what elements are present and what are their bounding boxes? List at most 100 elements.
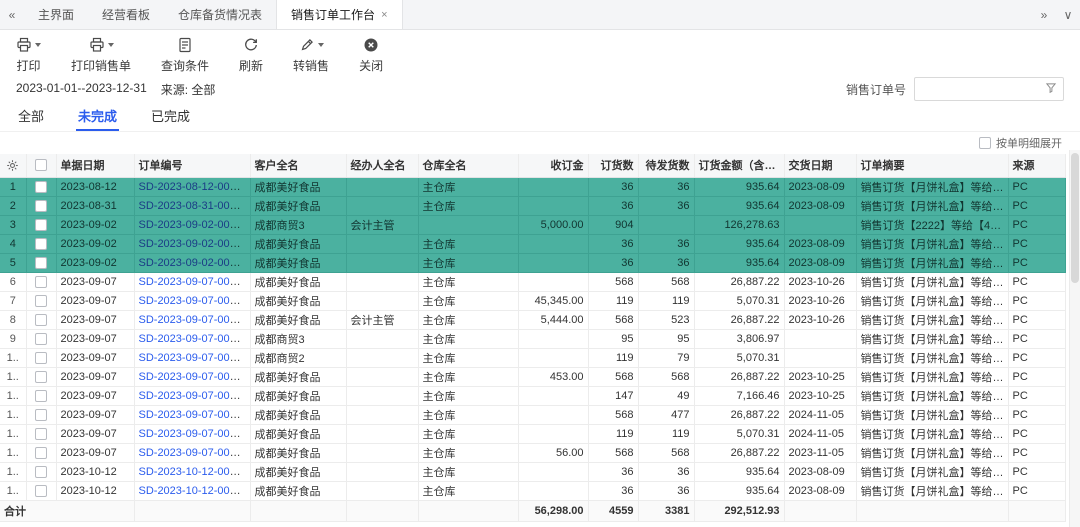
row-checkbox[interactable] [35, 314, 47, 326]
row-checkbox[interactable] [35, 485, 47, 497]
scroll-tabs-right-icon[interactable]: » [1032, 8, 1056, 22]
sales-order-no-input[interactable] [921, 82, 1039, 96]
refresh-button[interactable]: 刷新 [239, 37, 263, 74]
col-handler[interactable]: 经办人全名 [346, 154, 418, 177]
order-number-link[interactable]: SD-2023-10-12-00021 [139, 485, 248, 497]
col-order-qty[interactable]: 订货数 [588, 154, 638, 177]
row-checkbox[interactable] [35, 333, 47, 345]
vertical-scrollbar[interactable] [1069, 150, 1080, 527]
row-checkbox[interactable] [35, 352, 47, 364]
select-all-cell[interactable] [26, 154, 56, 177]
order-number-link[interactable]: SD-2023-08-31-00003 [139, 200, 248, 212]
expand-detail-checkbox[interactable] [979, 137, 991, 149]
row-checkbox[interactable] [35, 200, 47, 212]
order-number-link[interactable]: SD-2023-09-07-00011 [139, 295, 248, 307]
row-checkbox-cell[interactable] [26, 462, 56, 481]
order-number-link[interactable]: SD-2023-09-07-00014 [139, 352, 248, 364]
transfer-to-sale-button[interactable]: 转销售 [293, 37, 329, 74]
row-checkbox-cell[interactable] [26, 348, 56, 367]
row-checkbox[interactable] [35, 238, 47, 250]
order-number-link[interactable]: SD-2023-09-07-00013 [139, 333, 248, 345]
order-number-link[interactable]: SD-2023-09-07-00015 [139, 371, 248, 383]
table-row[interactable]: 1.. 2023-09-07 SD-2023-09-07-00016 成都美好食… [0, 386, 1065, 405]
table-row[interactable]: 1 2023-08-12 SD-2023-08-12-00022 成都美好食品 … [0, 177, 1065, 196]
tab-close-icon[interactable]: × [381, 9, 387, 21]
column-settings-gear-icon[interactable] [0, 154, 26, 177]
order-number-link[interactable]: SD-2023-09-02-00024 [139, 257, 248, 269]
order-number-link[interactable]: SD-2023-09-02-00004 [139, 219, 248, 231]
col-deposit[interactable]: 收订金 [518, 154, 588, 177]
table-row[interactable]: 1.. 2023-09-07 SD-2023-09-07-00018 成都美好食… [0, 424, 1065, 443]
tab-business-dashboard[interactable]: 经营看板 [88, 0, 164, 29]
scroll-tabs-left-icon[interactable]: « [0, 8, 24, 22]
row-checkbox[interactable] [35, 447, 47, 459]
table-row[interactable]: 2 2023-08-31 SD-2023-08-31-00003 成都美好食品 … [0, 196, 1065, 215]
table-row[interactable]: 1.. 2023-10-12 SD-2023-10-12-00020 成都美好食… [0, 462, 1065, 481]
transfer-dropdown-caret-icon[interactable] [318, 43, 324, 47]
col-delivery-date[interactable]: 交货日期 [784, 154, 856, 177]
table-row[interactable]: 6 2023-09-07 SD-2023-09-07-00010 成都美好食品 … [0, 272, 1065, 291]
row-checkbox-cell[interactable] [26, 481, 56, 500]
row-checkbox[interactable] [35, 257, 47, 269]
row-checkbox-cell[interactable] [26, 329, 56, 348]
row-checkbox[interactable] [35, 409, 47, 421]
sales-order-no-searchbox[interactable] [914, 77, 1064, 101]
row-checkbox-cell[interactable] [26, 272, 56, 291]
order-number-link[interactable]: SD-2023-09-07-00017 [139, 409, 248, 421]
order-number-link[interactable]: SD-2023-09-07-00019 [139, 447, 248, 459]
row-checkbox-cell[interactable] [26, 405, 56, 424]
row-checkbox-cell[interactable] [26, 215, 56, 234]
row-checkbox-cell[interactable] [26, 310, 56, 329]
row-checkbox[interactable] [35, 181, 47, 193]
table-row[interactable]: 1.. 2023-09-07 SD-2023-09-07-00015 成都美好食… [0, 367, 1065, 386]
status-tab-unfinished[interactable]: 未完成 [76, 102, 119, 131]
close-button[interactable]: 关闭 [359, 37, 383, 74]
order-number-link[interactable]: SD-2023-10-12-00020 [139, 466, 248, 478]
status-tab-all[interactable]: 全部 [16, 102, 46, 131]
row-checkbox-cell[interactable] [26, 386, 56, 405]
tab-warehouse-stock-report[interactable]: 仓库备货情况表 [164, 0, 276, 29]
tab-main-screen[interactable]: 主界面 [24, 0, 88, 29]
print-sales-order-button[interactable]: 打印销售单 [71, 37, 131, 74]
row-checkbox[interactable] [35, 371, 47, 383]
row-checkbox-cell[interactable] [26, 443, 56, 462]
print-button[interactable]: 打印 [16, 37, 41, 74]
print-dropdown-caret-icon[interactable] [35, 43, 41, 47]
row-checkbox[interactable] [35, 428, 47, 440]
table-row[interactable]: 1.. 2023-09-07 SD-2023-09-07-00019 成都美好食… [0, 443, 1065, 462]
row-checkbox-cell[interactable] [26, 177, 56, 196]
table-row[interactable]: 4 2023-09-02 SD-2023-09-02-00023 成都美好食品 … [0, 234, 1065, 253]
table-row[interactable]: 5 2023-09-02 SD-2023-09-02-00024 成都美好食品 … [0, 253, 1065, 272]
tab-list-dropdown-icon[interactable]: ∨ [1056, 8, 1080, 22]
print-sales-dropdown-caret-icon[interactable] [108, 43, 114, 47]
col-amount[interactable]: 订货金额（含税） [694, 154, 784, 177]
col-summary[interactable]: 订单摘要 [856, 154, 1008, 177]
row-checkbox[interactable] [35, 219, 47, 231]
table-row[interactable]: 1.. 2023-10-12 SD-2023-10-12-00021 成都美好食… [0, 481, 1065, 500]
select-all-checkbox[interactable] [35, 159, 47, 171]
tab-sales-order-workbench[interactable]: 销售订单工作台 × [276, 0, 402, 29]
row-checkbox-cell[interactable] [26, 291, 56, 310]
table-row[interactable]: 1.. 2023-09-07 SD-2023-09-07-00017 成都美好食… [0, 405, 1065, 424]
row-checkbox[interactable] [35, 276, 47, 288]
status-tab-finished[interactable]: 已完成 [149, 102, 192, 131]
scrollbar-thumb[interactable] [1071, 153, 1079, 283]
table-row[interactable]: 3 2023-09-02 SD-2023-09-02-00004 成都商贸3 会… [0, 215, 1065, 234]
col-customer[interactable]: 客户全名 [250, 154, 346, 177]
col-warehouse[interactable]: 仓库全名 [418, 154, 518, 177]
order-number-link[interactable]: SD-2023-09-02-00023 [139, 238, 248, 250]
query-conditions-button[interactable]: 查询条件 [161, 37, 209, 74]
table-row[interactable]: 9 2023-09-07 SD-2023-09-07-00013 成都商贸3 主… [0, 329, 1065, 348]
table-row[interactable]: 1.. 2023-09-07 SD-2023-09-07-00014 成都商贸2… [0, 348, 1065, 367]
table-row[interactable]: 7 2023-09-07 SD-2023-09-07-00011 成都美好食品 … [0, 291, 1065, 310]
order-number-link[interactable]: SD-2023-09-07-00016 [139, 390, 248, 402]
order-number-link[interactable]: SD-2023-09-07-00012 [139, 314, 248, 326]
row-checkbox-cell[interactable] [26, 424, 56, 443]
table-row[interactable]: 8 2023-09-07 SD-2023-09-07-00012 成都美好食品 … [0, 310, 1065, 329]
row-checkbox-cell[interactable] [26, 196, 56, 215]
col-source[interactable]: 来源 [1008, 154, 1065, 177]
row-checkbox-cell[interactable] [26, 234, 56, 253]
row-checkbox[interactable] [35, 295, 47, 307]
col-pending-qty[interactable]: 待发货数 [638, 154, 694, 177]
filter-funnel-icon[interactable] [1045, 82, 1057, 97]
